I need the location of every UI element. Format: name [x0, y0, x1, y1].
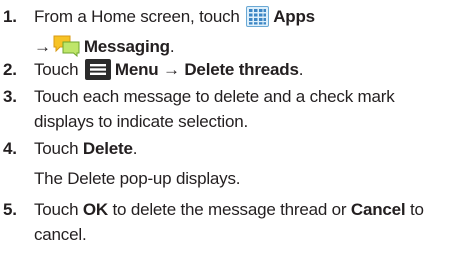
menu-label: Menu — [114, 60, 159, 79]
arrow-icon: → — [163, 60, 180, 79]
step-text-segment: to — [405, 200, 424, 219]
cancel-label: Cancel — [350, 200, 406, 219]
step-note: The Delete pop-up displays. — [34, 169, 241, 188]
step-text: From a Home screen, touch Apps → Messagi… — [34, 4, 444, 64]
step-number: 1. — [3, 7, 17, 26]
step-text-segment: Touch — [34, 200, 83, 219]
arrow-icon: → — [34, 37, 51, 56]
step-line: Touch OK to delete the message thread or… — [34, 197, 444, 222]
step-line: displays to indicate selection. — [34, 112, 248, 131]
step-line: Touch Delete. — [34, 136, 444, 161]
delete-threads-label: Delete threads — [184, 60, 299, 79]
apps-label: Apps — [273, 7, 315, 26]
page: { "steps": [ { "num": "1.", "line1_pre":… — [0, 0, 449, 279]
step-line: cancel. — [34, 225, 87, 244]
menu-icon — [84, 59, 111, 87]
messaging-label: Messaging — [83, 37, 170, 56]
step-text-segment: . — [132, 139, 138, 158]
step-text-segment: Touch — [34, 139, 83, 158]
delete-label: Delete — [82, 139, 133, 158]
step-number: 5. — [3, 200, 17, 219]
step-text-segment: . — [169, 37, 175, 56]
step-text: Touch OK to delete the message thread or… — [34, 197, 444, 247]
step-text-segment: to delete the message thread or — [108, 200, 351, 219]
step-number: 3. — [3, 87, 17, 106]
step-text-segment: . — [298, 60, 304, 79]
step-text-segment: Touch — [34, 60, 83, 79]
step-number: 2. — [3, 60, 17, 79]
step-line: Touch Menu → Delete threads. — [34, 57, 444, 87]
apps-grid-icon — [246, 6, 270, 34]
step-text-segment: From a Home screen, touch — [34, 7, 245, 26]
step-text: Touch Menu → Delete threads. — [34, 57, 444, 87]
ok-label: OK — [82, 200, 108, 219]
step-line: From a Home screen, touch Apps — [34, 4, 444, 34]
step-text: Touch Delete. The Delete pop-up displays… — [34, 136, 444, 191]
step-text: Touch each message to delete and a check… — [34, 84, 444, 134]
step-number: 4. — [3, 139, 17, 158]
step-line: Touch each message to delete and a check… — [34, 87, 395, 106]
